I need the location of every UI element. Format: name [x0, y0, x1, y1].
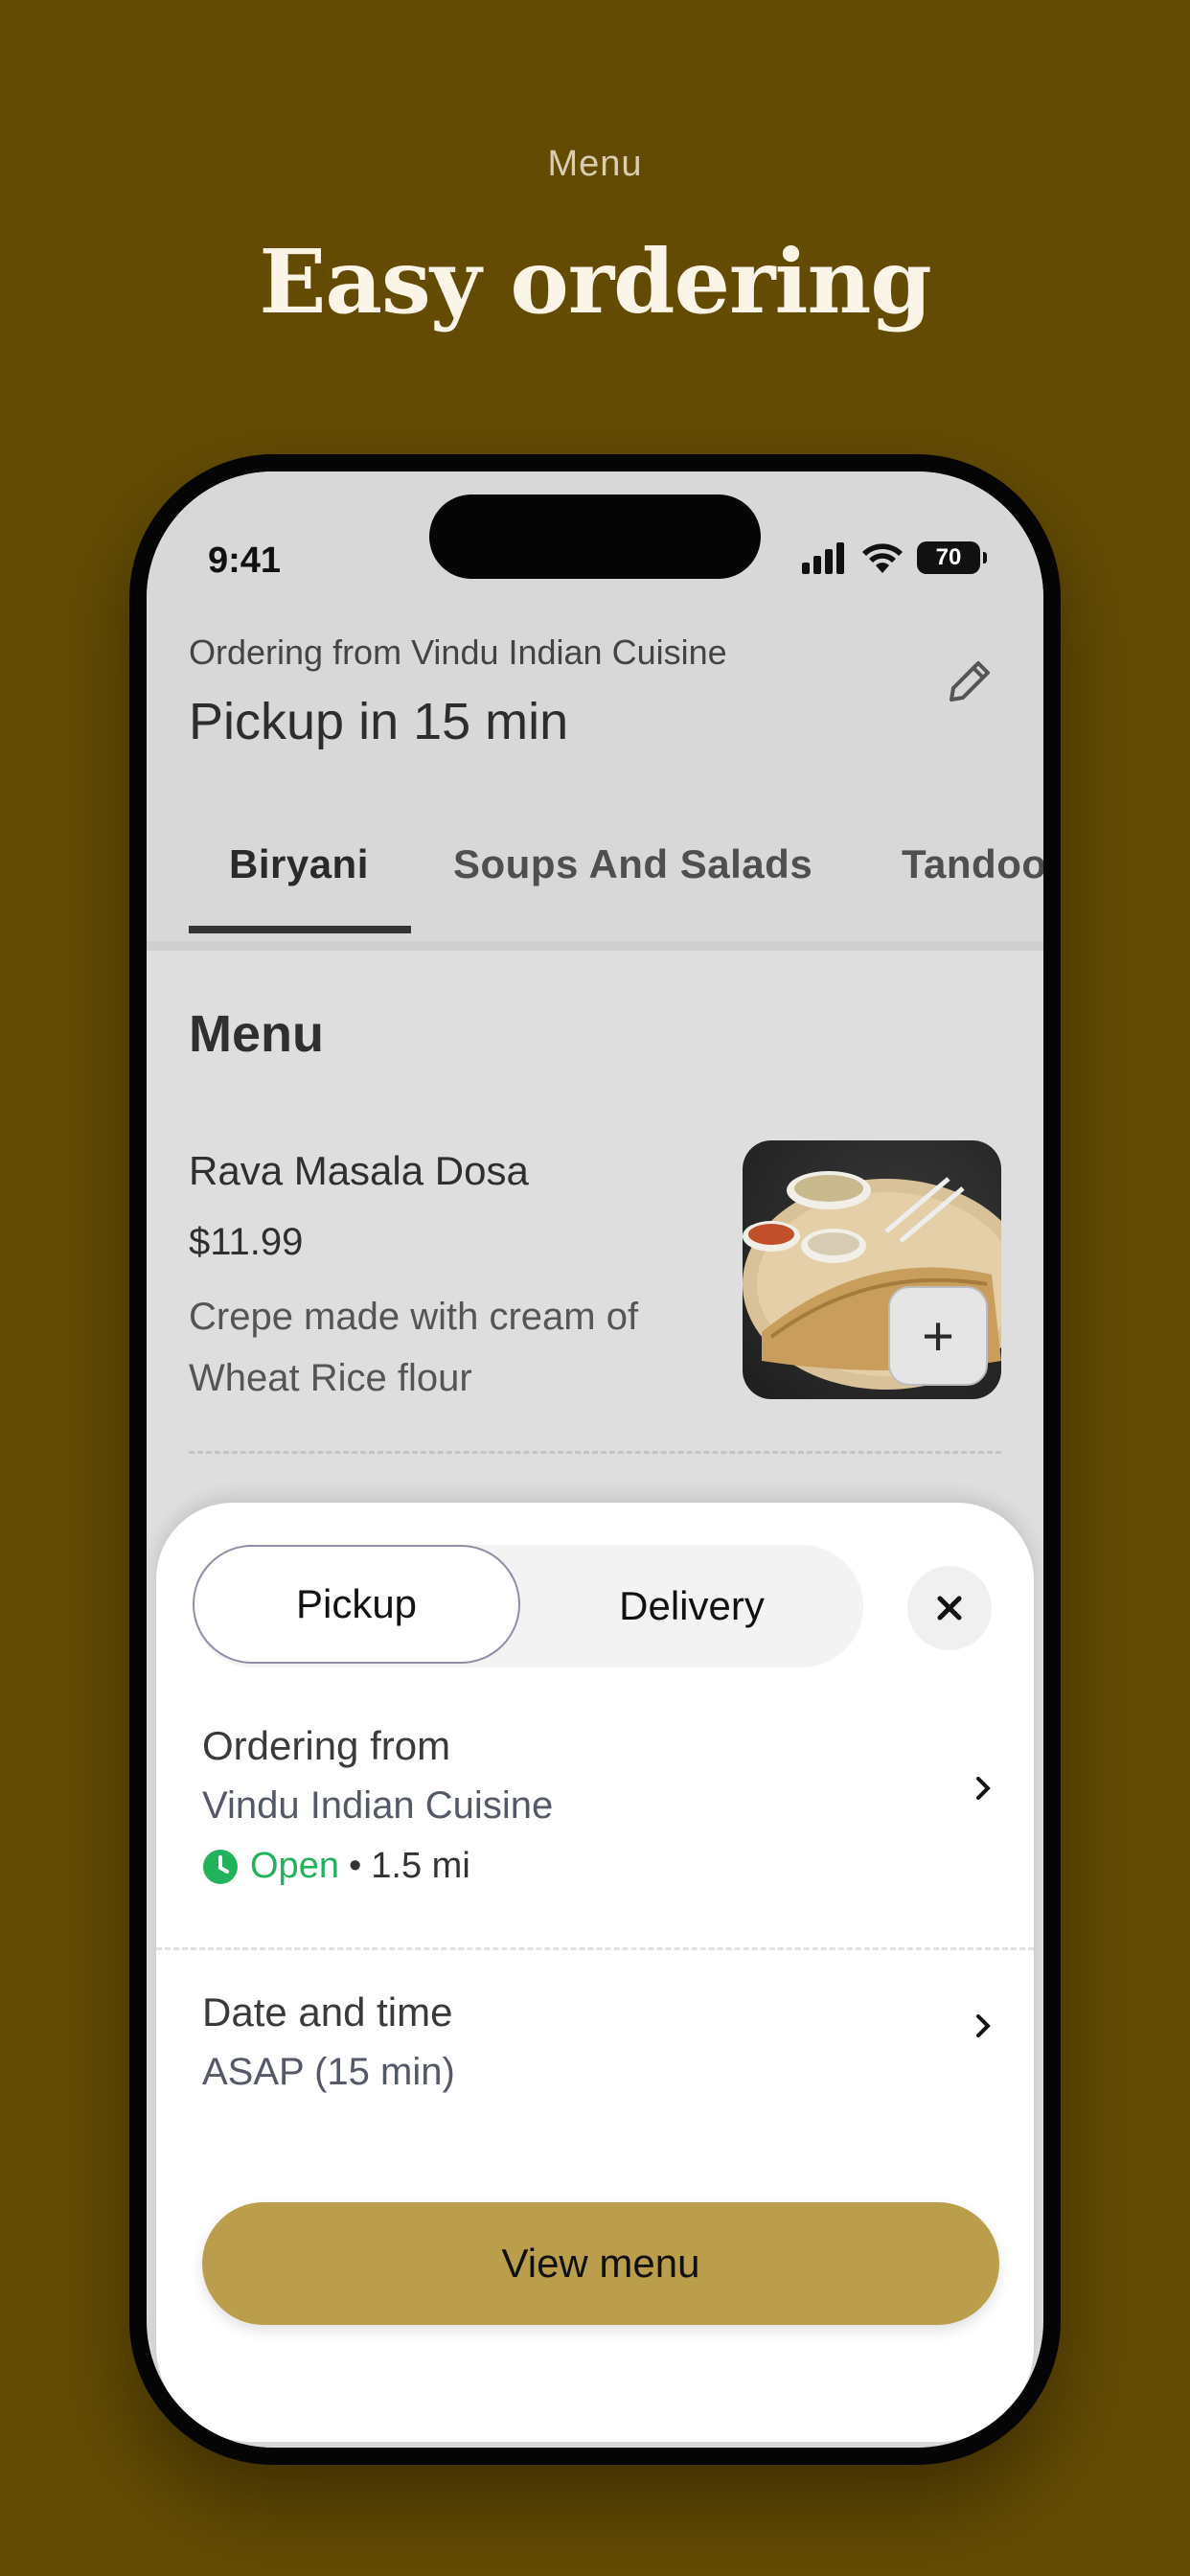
clock-icon — [203, 1849, 238, 1884]
tab-tandoor[interactable]: Tandoo — [902, 841, 1043, 887]
chevron-right-icon[interactable] — [971, 2007, 997, 2045]
menu-item-name[interactable]: Rava Masala Dosa — [189, 1148, 529, 1194]
date-time-label: Date and time — [202, 1990, 453, 2035]
chevron-right-icon[interactable] — [971, 1769, 997, 1807]
signal-icon — [802, 542, 844, 574]
headline: Easy ordering — [259, 230, 931, 334]
restaurant-status: Open • 1.5 mi — [202, 1846, 470, 1887]
ordering-from-label: Ordering from — [202, 1723, 451, 1768]
status-bar: 9:41 70 — [147, 472, 1043, 606]
eyebrow: Menu — [547, 144, 643, 184]
distance-text: 1.5 mi — [371, 1846, 470, 1886]
tabs-divider — [147, 941, 1043, 951]
dynamic-island — [429, 494, 761, 579]
menu-section-title: Menu — [189, 1005, 324, 1063]
battery-icon: 70 — [917, 541, 987, 574]
open-status-text: Open — [250, 1846, 339, 1886]
menu-item-price: $11.99 — [189, 1221, 304, 1263]
wifi-icon — [862, 543, 903, 573]
category-tabs: Biryani Soups And Salads Tandoo — [147, 816, 1043, 933]
order-settings-sheet: Pickup Delivery Ordering from Vindu Indi… — [156, 1503, 1034, 2442]
sheet-divider — [156, 1947, 1034, 1950]
item-divider — [189, 1451, 1001, 1454]
ordering-from-subtitle: Ordering from Vindu Indian Cuisine — [189, 632, 727, 672]
tab-soups-and-salads[interactable]: Soups And Salads — [453, 841, 812, 887]
view-menu-button[interactable]: View menu — [202, 2202, 999, 2325]
status-separator: • — [348, 1846, 362, 1886]
status-icons: 70 — [800, 537, 987, 579]
close-icon — [937, 1596, 962, 1621]
pickup-time-title: Pickup in 15 min — [189, 693, 569, 750]
battery-level: 70 — [935, 544, 962, 570]
active-tab-indicator — [189, 926, 411, 933]
tab-biryani[interactable]: Biryani — [229, 841, 369, 887]
pencil-icon[interactable] — [940, 654, 997, 711]
status-time: 9:41 — [208, 540, 282, 581]
phone-screen: 9:41 70 Ordering from Vindu Indian Cuisi… — [147, 472, 1043, 2448]
phone-frame: 9:41 70 Ordering from Vindu Indian Cuisi… — [129, 454, 1061, 2465]
fulfillment-toggle: Pickup Delivery — [193, 1545, 863, 1668]
close-button[interactable] — [907, 1566, 992, 1650]
add-item-button[interactable]: + — [888, 1286, 988, 1386]
pickup-option[interactable]: Pickup — [193, 1545, 520, 1664]
plus-icon: + — [922, 1304, 954, 1368]
restaurant-name[interactable]: Vindu Indian Cuisine — [202, 1784, 553, 1828]
delivery-option[interactable]: Delivery — [520, 1545, 863, 1668]
menu-item-description: Crepe made with cream of Wheat Rice flou… — [189, 1296, 639, 1399]
date-time-value[interactable]: ASAP (15 min) — [202, 2051, 455, 2094]
